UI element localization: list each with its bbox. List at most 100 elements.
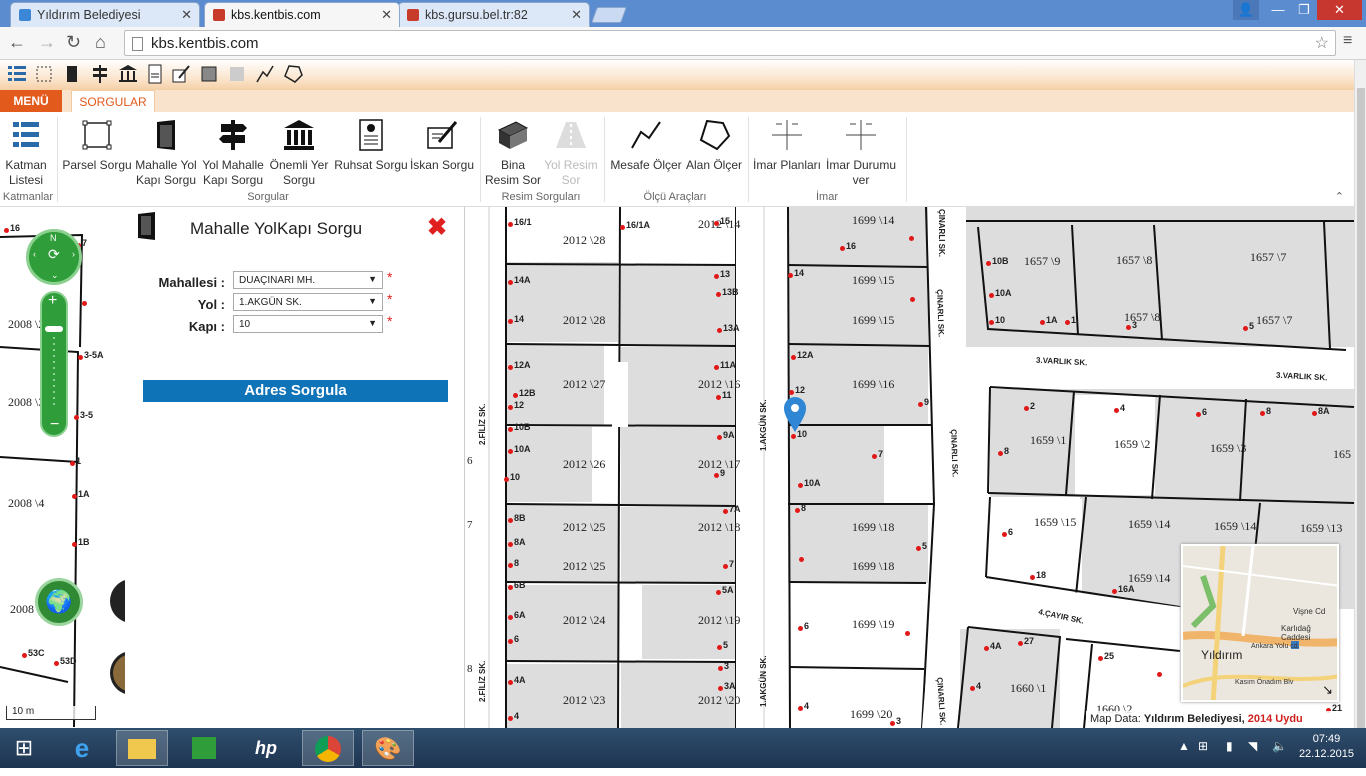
door-icon[interactable] — [62, 64, 82, 84]
zoom-slider[interactable]: + − — [40, 291, 68, 437]
door-number: 4A — [514, 675, 526, 685]
layers-list-icon[interactable] — [7, 64, 27, 84]
chrome-icon[interactable] — [302, 730, 354, 766]
file-explorer-icon[interactable] — [116, 730, 168, 766]
home-icon[interactable]: ⌂ — [95, 32, 106, 53]
housing-icon — [427, 121, 458, 149]
ruhsat-query-button[interactable]: Ruhsat Sorgu — [334, 116, 408, 173]
close-icon[interactable]: ✖ — [427, 213, 447, 242]
close-icon[interactable]: ✕ — [381, 7, 392, 23]
landmark-icon[interactable] — [118, 64, 138, 84]
forward-icon[interactable]: → — [38, 32, 56, 53]
address-point — [989, 320, 994, 325]
address-point — [795, 508, 800, 513]
parcel-label: 1699 \16 — [852, 377, 895, 391]
alan-olcer-button[interactable]: Alan Ölçer — [684, 116, 744, 173]
address-point — [72, 494, 77, 499]
collapse-ribbon-icon[interactable]: ⌃ — [1335, 190, 1344, 203]
onemli-yer-button[interactable]: Önemli Yer Sorgu — [266, 116, 332, 188]
show-hidden-icons[interactable]: ▲ — [1178, 739, 1190, 753]
start-button[interactable]: ⊞ — [0, 730, 48, 766]
signpost-icon[interactable] — [90, 64, 110, 84]
new-tab-button[interactable] — [591, 7, 627, 23]
rotate-icon[interactable]: ⟳ — [48, 246, 60, 263]
pan-right-icon[interactable]: › — [72, 249, 75, 259]
address-point — [716, 590, 721, 595]
tab-sorgular[interactable]: SORGULAR — [71, 90, 155, 112]
pan-down-icon[interactable]: ⌄ — [51, 270, 59, 281]
url-text[interactable]: kbs.kentbis.com — [151, 35, 259, 52]
address-point — [798, 706, 803, 711]
tab-yildirim[interactable]: Yıldırım Belediyesi ✕ — [10, 2, 200, 27]
ribbon-label: Bina Resim Sor — [484, 158, 541, 187]
parcel-label: 2012 \20 — [698, 693, 741, 707]
maximize-button[interactable]: ❐ — [1291, 0, 1317, 20]
bina-resim-button[interactable]: Bina Resim Sor — [484, 116, 542, 188]
parcel-label: 1657 \9 — [1024, 254, 1061, 268]
tab-kentbis[interactable]: kbs.kentbis.com ✕ — [204, 2, 400, 27]
mesafe-olcer-button[interactable]: Mesafe Ölçer — [608, 116, 684, 173]
adres-sorgula-button[interactable]: Adres Sorgula — [143, 380, 448, 402]
yol-resim-button[interactable]: Yol Resim Sor — [542, 116, 600, 188]
ribbon-label: Parsel Sorgu — [62, 158, 132, 172]
address-bar[interactable]: kbs.kentbis.com ☆ — [124, 30, 1336, 56]
door-number: 4 — [976, 681, 982, 691]
bookmark-star-icon[interactable]: ☆ — [1315, 33, 1329, 53]
zoom-in-icon[interactable]: + — [48, 292, 57, 310]
road-photo-icon[interactable] — [227, 64, 247, 84]
parcel-query-button[interactable]: Parsel Sorgu — [62, 116, 132, 173]
address-point — [799, 557, 804, 562]
chrome-menu-icon[interactable]: ≡ — [1343, 32, 1352, 50]
imar-durumu-button[interactable]: İmar Durumu ver — [822, 116, 900, 188]
close-icon[interactable]: ✕ — [571, 7, 582, 23]
window-close-button[interactable]: ✕ — [1317, 0, 1362, 20]
door-number: 5 — [723, 640, 729, 650]
panel-title: Mahalle YolKapı Sorgu — [190, 219, 363, 238]
address-point — [508, 427, 513, 432]
overview-minimap[interactable]: Yıldırım Vişne Cd Karlıdağ Caddesi Ankar… — [1181, 544, 1339, 702]
mahalle-select[interactable]: DUAÇINARI MH. ▼ — [233, 271, 383, 289]
pan-left-icon[interactable]: ‹ — [33, 249, 36, 259]
imar-planlari-button[interactable]: İmar Planları — [752, 116, 822, 173]
battery-icon[interactable]: ▮ — [1226, 739, 1233, 753]
user-icon[interactable]: 👤 — [1233, 0, 1259, 20]
address-point — [840, 246, 845, 251]
iskan-query-button[interactable]: İskan Sorgu — [409, 116, 475, 173]
distance-icon[interactable] — [255, 64, 275, 84]
hp-icon[interactable]: hp — [240, 730, 292, 766]
mahalle-yol-kapi-button[interactable]: Mahalle Yol Kapı Sorgu — [133, 116, 199, 188]
door-number: 7A — [729, 504, 741, 514]
pan-control[interactable]: N ⟳ ‹ › ⌄ — [26, 229, 82, 285]
parcel-icon[interactable] — [34, 64, 54, 84]
tab-gursu[interactable]: kbs.gursu.bel.tr:82 ✕ — [398, 2, 590, 27]
wifi-icon[interactable]: ◥ — [1248, 739, 1257, 753]
building-photo-icon[interactable] — [199, 64, 219, 84]
close-icon[interactable]: ✕ — [181, 7, 192, 23]
back-icon[interactable]: ← — [8, 32, 26, 53]
minimize-button[interactable]: — — [1265, 0, 1291, 20]
expand-arrow-icon[interactable]: ↘ — [1322, 682, 1333, 698]
layer-list-button[interactable]: Katman Listesi — [3, 116, 49, 188]
clock[interactable]: 07:49 22.12.2015 — [1299, 732, 1354, 762]
location-pin-icon[interactable] — [782, 395, 808, 433]
network-icon[interactable]: ⊞ — [1198, 739, 1208, 753]
volume-icon[interactable]: 🔈 — [1272, 739, 1287, 753]
world-map-icon[interactable]: 🌍 — [35, 578, 83, 626]
yol-select[interactable]: 1.AKGÜN SK. ▼ — [233, 293, 383, 311]
reload-icon[interactable]: ↻ — [66, 32, 81, 53]
select-value: 10 — [239, 319, 251, 330]
license-icon[interactable] — [145, 64, 165, 84]
area-icon[interactable] — [283, 64, 303, 84]
internet-explorer-icon[interactable]: e — [56, 730, 108, 766]
zoom-out-icon[interactable]: − — [50, 416, 59, 434]
menu-button[interactable]: MENÜ — [0, 90, 62, 112]
housing-icon[interactable] — [171, 64, 191, 84]
scrollbar-thumb[interactable] — [1357, 88, 1365, 740]
zoom-handle[interactable] — [45, 326, 63, 332]
paint-icon[interactable]: 🎨 — [362, 730, 414, 766]
yol-mahalle-kapi-button[interactable]: Yol Mahalle Kapı Sorgu — [200, 116, 266, 188]
address-point — [1243, 326, 1248, 331]
kapi-select[interactable]: 10 ▼ — [233, 315, 383, 333]
store-icon[interactable] — [178, 730, 230, 766]
page-scrollbar[interactable] — [1354, 60, 1366, 740]
